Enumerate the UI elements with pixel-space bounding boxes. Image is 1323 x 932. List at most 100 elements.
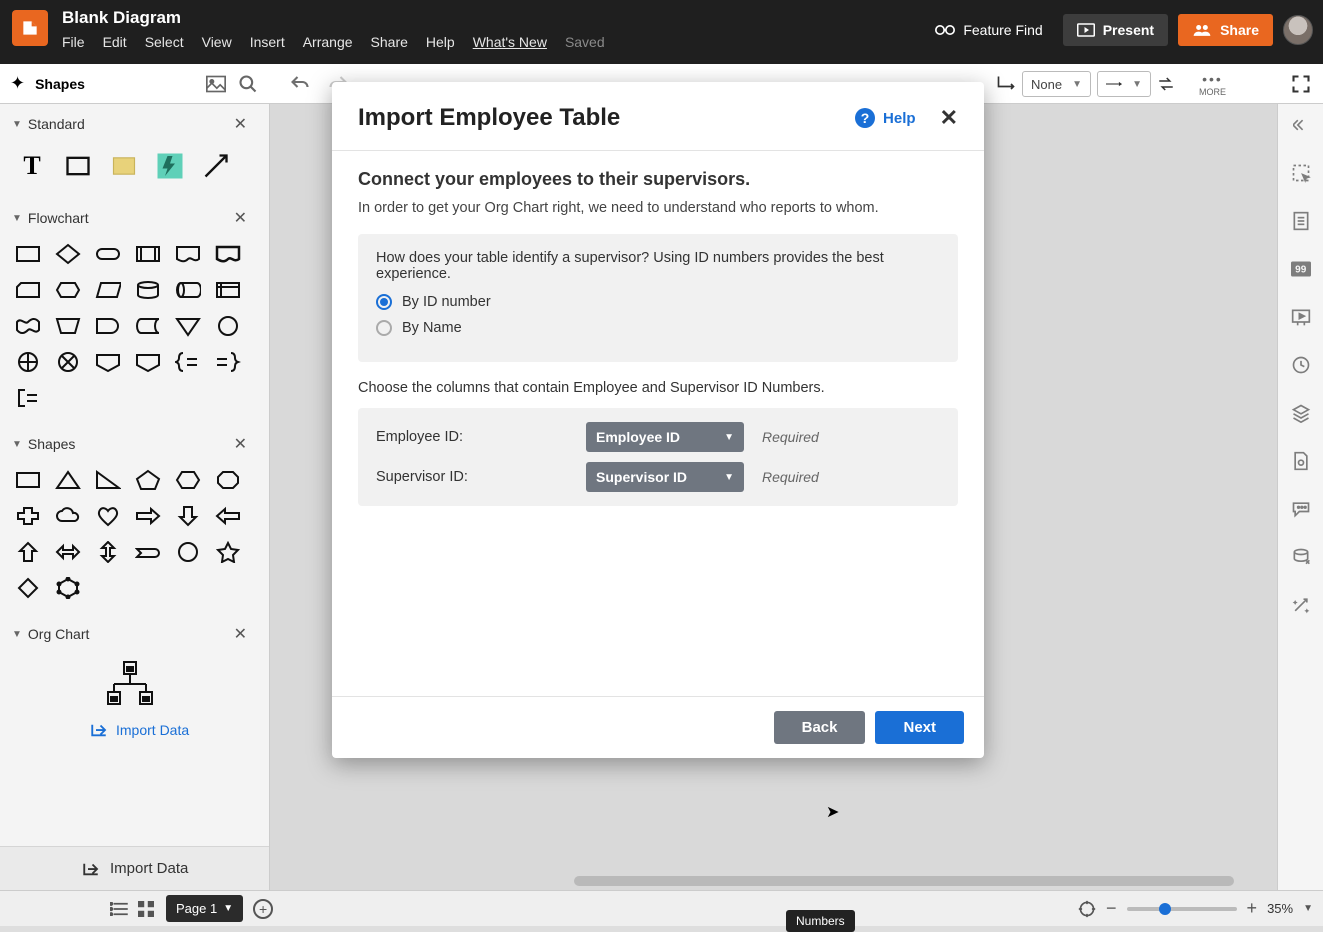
employee-id-select[interactable]: Employee ID ▼ [586, 422, 744, 452]
data-link-icon[interactable] [1290, 546, 1312, 568]
fc-predefined[interactable] [134, 242, 162, 266]
layers-icon[interactable] [1290, 402, 1312, 424]
close-icon[interactable]: ✕ [234, 624, 247, 644]
fc-document[interactable] [174, 242, 202, 266]
section-shapes[interactable]: ▼ Shapes ✕ [0, 424, 259, 464]
sh-pentagon[interactable] [134, 468, 162, 492]
fc-internal[interactable] [214, 278, 242, 302]
document-icon[interactable] [1290, 450, 1312, 472]
radio-by-name[interactable]: By Name [376, 320, 940, 336]
org-chart-shape[interactable] [0, 654, 259, 714]
fc-card[interactable] [14, 278, 42, 302]
line-route-icon[interactable] [996, 74, 1016, 94]
menu-help[interactable]: Help [426, 34, 455, 50]
app-logo[interactable] [12, 10, 48, 46]
radio-by-id[interactable]: By ID number [376, 294, 940, 310]
action-shape[interactable] [154, 150, 186, 182]
search-icon[interactable] [238, 74, 260, 94]
sh-star[interactable] [214, 540, 242, 564]
section-standard[interactable]: ▼ Standard ✕ [0, 104, 259, 144]
close-icon[interactable]: ✕ [234, 114, 247, 134]
target-icon[interactable] [1078, 900, 1096, 918]
import-data-button[interactable]: Import Data [0, 846, 269, 890]
menu-view[interactable]: View [202, 34, 232, 50]
fc-delay[interactable] [94, 314, 122, 338]
fc-manual-op[interactable] [54, 314, 82, 338]
menu-whats-new[interactable]: What's New [473, 34, 547, 50]
sh-cross[interactable] [14, 504, 42, 528]
sh-arrow-l[interactable] [214, 504, 242, 528]
fc-decision[interactable] [54, 242, 82, 266]
fc-database[interactable] [134, 278, 162, 302]
quote-icon[interactable]: 99 [1290, 258, 1312, 280]
sh-heart[interactable] [94, 504, 122, 528]
menu-insert[interactable]: Insert [250, 34, 285, 50]
grid-view-icon[interactable] [138, 901, 154, 917]
zoom-in-icon[interactable]: + [1247, 898, 1258, 919]
fill-select[interactable]: None▼ [1022, 71, 1091, 97]
sh-callout[interactable] [134, 540, 162, 564]
present-button[interactable]: Present [1063, 14, 1168, 46]
next-button[interactable]: Next [875, 711, 964, 744]
supervisor-id-select[interactable]: Supervisor ID ▼ [586, 462, 744, 492]
fc-terminator[interactable] [94, 242, 122, 266]
zoom-slider[interactable] [1127, 907, 1237, 911]
sh-arrow-d[interactable] [174, 504, 202, 528]
horizontal-scrollbar[interactable] [574, 876, 1234, 886]
fc-tape[interactable] [14, 314, 42, 338]
chevron-down-icon[interactable]: ▼ [1303, 903, 1313, 914]
magic-icon[interactable] [1290, 594, 1312, 616]
sh-arrow-u[interactable] [14, 540, 42, 564]
image-icon[interactable] [206, 75, 228, 93]
fc-or[interactable] [14, 350, 42, 374]
history-icon[interactable] [1290, 354, 1312, 376]
close-icon[interactable]: ✕ [234, 434, 247, 454]
page-icon[interactable] [1290, 210, 1312, 232]
menu-file[interactable]: File [62, 34, 85, 50]
zoom-value[interactable]: 35% [1267, 901, 1293, 916]
page-tab[interactable]: Page 1 ▼ [166, 895, 243, 922]
document-title[interactable]: Blank Diagram [62, 8, 605, 28]
undo-icon[interactable] [290, 74, 310, 90]
sh-right-tri[interactable] [94, 468, 122, 492]
sh-circle[interactable] [174, 540, 202, 564]
back-button[interactable]: Back [774, 711, 866, 744]
arrow-select[interactable]: ▼ [1097, 71, 1151, 97]
presentation-icon[interactable] [1290, 306, 1312, 328]
add-page-button[interactable]: + [253, 899, 273, 919]
zoom-out-icon[interactable]: − [1106, 898, 1117, 919]
help-link[interactable]: ? Help [855, 108, 916, 128]
sh-octagon[interactable] [214, 468, 242, 492]
share-button[interactable]: Share [1178, 14, 1273, 46]
gear-icon[interactable]: ✦ [10, 73, 25, 94]
fc-connector[interactable] [214, 314, 242, 338]
text-shape[interactable]: T [16, 150, 48, 182]
list-view-icon[interactable] [110, 902, 128, 916]
sh-diamond[interactable] [14, 576, 42, 600]
menu-arrange[interactable]: Arrange [303, 34, 353, 50]
swap-icon[interactable] [1157, 75, 1175, 93]
zoom-thumb[interactable] [1159, 903, 1171, 915]
fullscreen-icon[interactable] [1291, 74, 1311, 94]
close-icon[interactable]: ✕ [234, 208, 247, 228]
sh-rect[interactable] [14, 468, 42, 492]
menu-share[interactable]: Share [371, 34, 408, 50]
sh-arrow-lr[interactable] [54, 540, 82, 564]
close-icon[interactable]: ✕ [940, 105, 958, 131]
fc-stored[interactable] [134, 314, 162, 338]
fc-merge[interactable] [174, 314, 202, 338]
fc-offpage[interactable] [94, 350, 122, 374]
menu-edit[interactable]: Edit [103, 34, 127, 50]
fc-eq-brace[interactable] [214, 350, 242, 374]
feature-find-button[interactable]: Feature Find [925, 16, 1052, 44]
fc-hexagon[interactable] [54, 278, 82, 302]
fc-note[interactable] [14, 386, 42, 410]
import-data-link[interactable]: Import Data [0, 714, 259, 744]
sh-poly[interactable] [54, 576, 82, 600]
arrow-shape[interactable] [200, 150, 232, 182]
sh-hexagon[interactable] [174, 468, 202, 492]
fc-sum[interactable] [54, 350, 82, 374]
sh-arrow-ud[interactable] [94, 540, 122, 564]
sh-cloud[interactable] [54, 504, 82, 528]
sh-triangle[interactable] [54, 468, 82, 492]
